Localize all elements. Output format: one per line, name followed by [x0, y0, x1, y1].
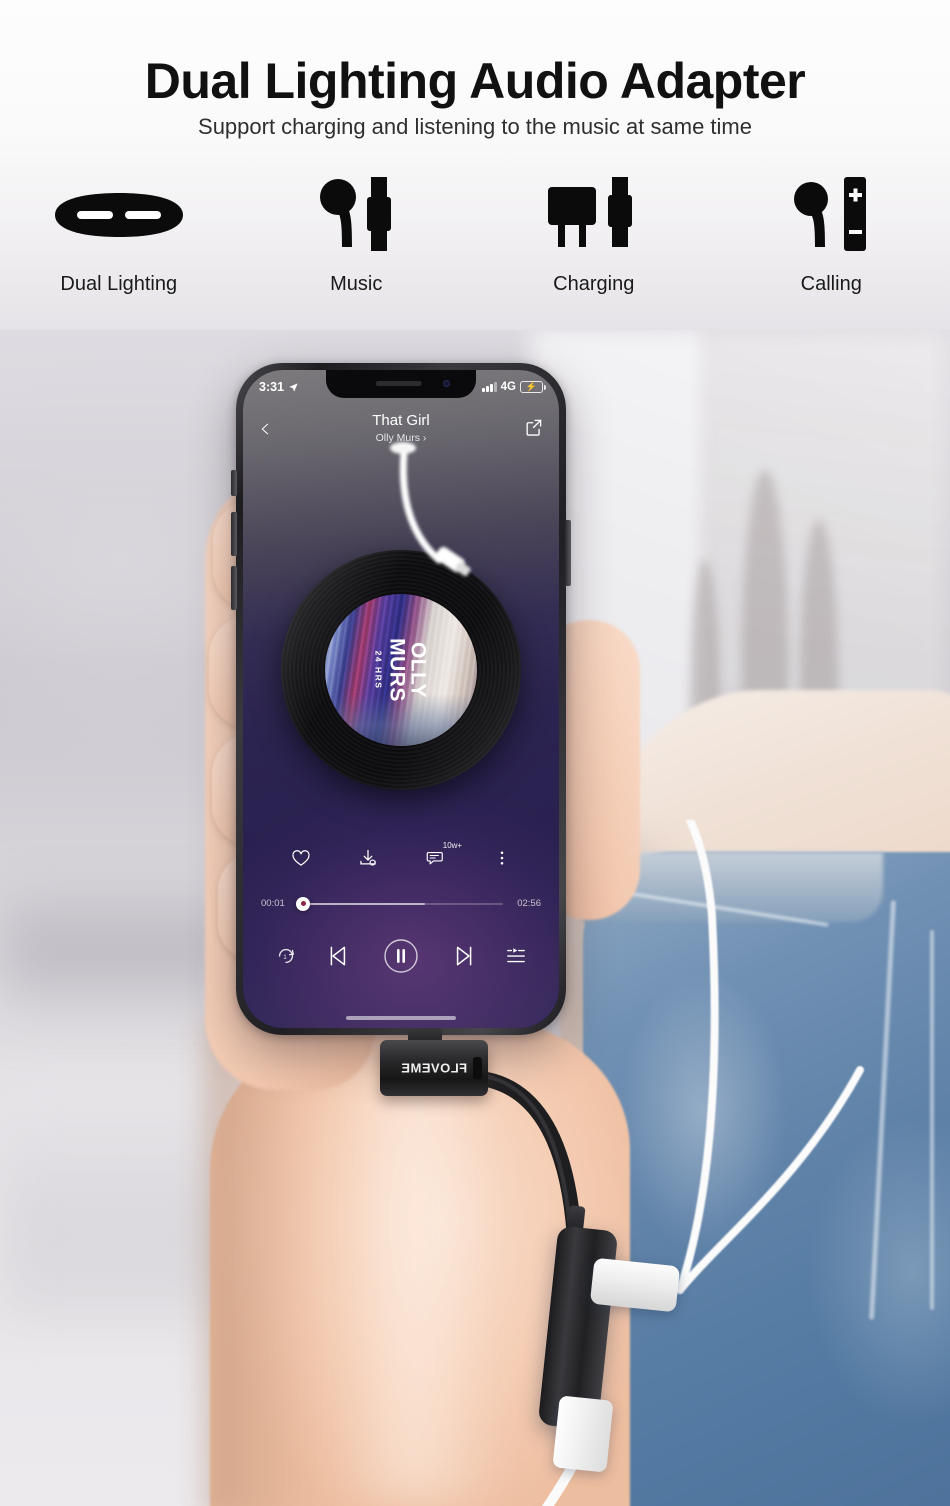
pause-icon	[384, 939, 418, 973]
feature-dual-lighting: Dual Lighting	[0, 175, 238, 296]
feature-icon-wrap	[544, 175, 644, 255]
phone-power-button[interactable]	[565, 520, 571, 586]
phone-mute-switch[interactable]	[231, 470, 237, 496]
progress-knob[interactable]	[296, 896, 311, 911]
next-track-icon	[456, 946, 472, 966]
location-arrow-icon	[289, 382, 298, 392]
playback-progress: 00:01 02:56	[243, 896, 559, 911]
status-bar-left: 3:31	[259, 380, 299, 394]
feature-label: Music	[330, 273, 383, 295]
splitter-bottom-plug	[552, 1395, 614, 1473]
earbud-volume-control-icon	[794, 177, 867, 251]
page-subtitle: Support charging and listening to the mu…	[198, 114, 752, 139]
signal-bars-icon	[482, 382, 497, 392]
progress-slider[interactable]	[296, 896, 503, 911]
previous-track-icon	[330, 946, 346, 966]
feature-icon-wrap	[311, 175, 401, 255]
duration-time: 02:56	[517, 898, 541, 909]
album-artist-line2: MURS	[385, 638, 408, 702]
phone-volume-up-button[interactable]	[231, 512, 237, 556]
elapsed-time: 00:01	[261, 898, 285, 909]
status-time: 3:31	[259, 380, 285, 394]
adapter-port	[473, 1057, 482, 1079]
heart-icon	[292, 850, 310, 866]
power-plug-icon	[547, 177, 632, 247]
dual-lightning-adapter-icon	[54, 193, 183, 237]
album-art: OLLY MURS 24 HRS	[325, 594, 477, 746]
header: Dual Lighting Audio Adapter Support char…	[0, 0, 950, 330]
status-bar-right: 4G ⚡	[482, 381, 546, 393]
download-icon	[360, 849, 376, 866]
transport-controls: 1	[243, 936, 559, 981]
feature-label: Dual Lighting	[60, 273, 178, 295]
earbud-music-icon	[320, 177, 392, 251]
splitter-side-port-plug	[589, 1257, 681, 1313]
svg-text:1: 1	[284, 954, 288, 961]
comment-button[interactable]: 10w+	[426, 841, 462, 873]
feature-charging: Charging	[475, 175, 713, 296]
network-type: 4G	[500, 381, 516, 393]
album-art-shadow	[325, 694, 477, 746]
song-title: That Girl	[372, 412, 430, 429]
adapter-brand-label: FLOVEME	[400, 1060, 468, 1076]
more-icon	[500, 851, 504, 865]
album-art-text: OLLY MURS 24 HRS	[373, 638, 430, 702]
progress-buffered	[299, 902, 426, 905]
feature-icon-wrap	[786, 175, 876, 255]
feature-label: Calling	[800, 273, 862, 295]
repeat-one-button[interactable]: 1	[275, 945, 297, 972]
next-track-button[interactable]	[450, 943, 476, 974]
player-action-row: 10w+	[243, 841, 559, 873]
album-subtitle: 24 HRS	[373, 650, 384, 690]
more-options-button[interactable]	[493, 849, 511, 872]
previous-track-button[interactable]	[326, 943, 352, 974]
forearm-shadow	[205, 1020, 315, 1506]
page-title: Dual Lighting Audio Adapter	[144, 53, 806, 109]
like-button[interactable]	[291, 848, 311, 873]
repeat-one-icon: 1	[279, 948, 295, 964]
feature-list: Dual Lighting Music Charging Calling	[0, 175, 950, 296]
feature-music: Music	[238, 175, 476, 296]
screen-glow	[243, 790, 559, 1028]
feature-calling: Calling	[713, 175, 950, 296]
floveme-adapter: FLOVEME	[380, 1040, 488, 1096]
phone-volume-down-button[interactable]	[231, 566, 237, 610]
charging-bolt-icon: ⚡	[525, 381, 538, 392]
share-button[interactable]	[524, 418, 543, 442]
comment-icon	[426, 852, 443, 865]
comment-count-badge: 10w+	[442, 841, 463, 850]
album-artist-line1: OLLY	[406, 641, 430, 699]
download-button[interactable]	[358, 848, 378, 873]
earphone-cable-front	[390, 442, 471, 577]
playlist-queue-icon	[506, 948, 525, 963]
pause-button[interactable]	[381, 936, 421, 981]
battery-charging-icon: ⚡	[520, 381, 546, 393]
home-indicator[interactable]	[346, 1016, 456, 1020]
share-icon	[526, 419, 542, 436]
product-banner: 3:31 4G ⚡ That Girl Olly Murs › OLLY MUR…	[0, 0, 950, 1506]
earphone-cable-right	[676, 820, 864, 1294]
feature-label: Charging	[553, 273, 635, 295]
feature-icon-wrap	[49, 175, 189, 255]
status-bar: 3:31 4G ⚡	[243, 375, 559, 399]
playlist-queue-button[interactable]	[505, 945, 527, 972]
